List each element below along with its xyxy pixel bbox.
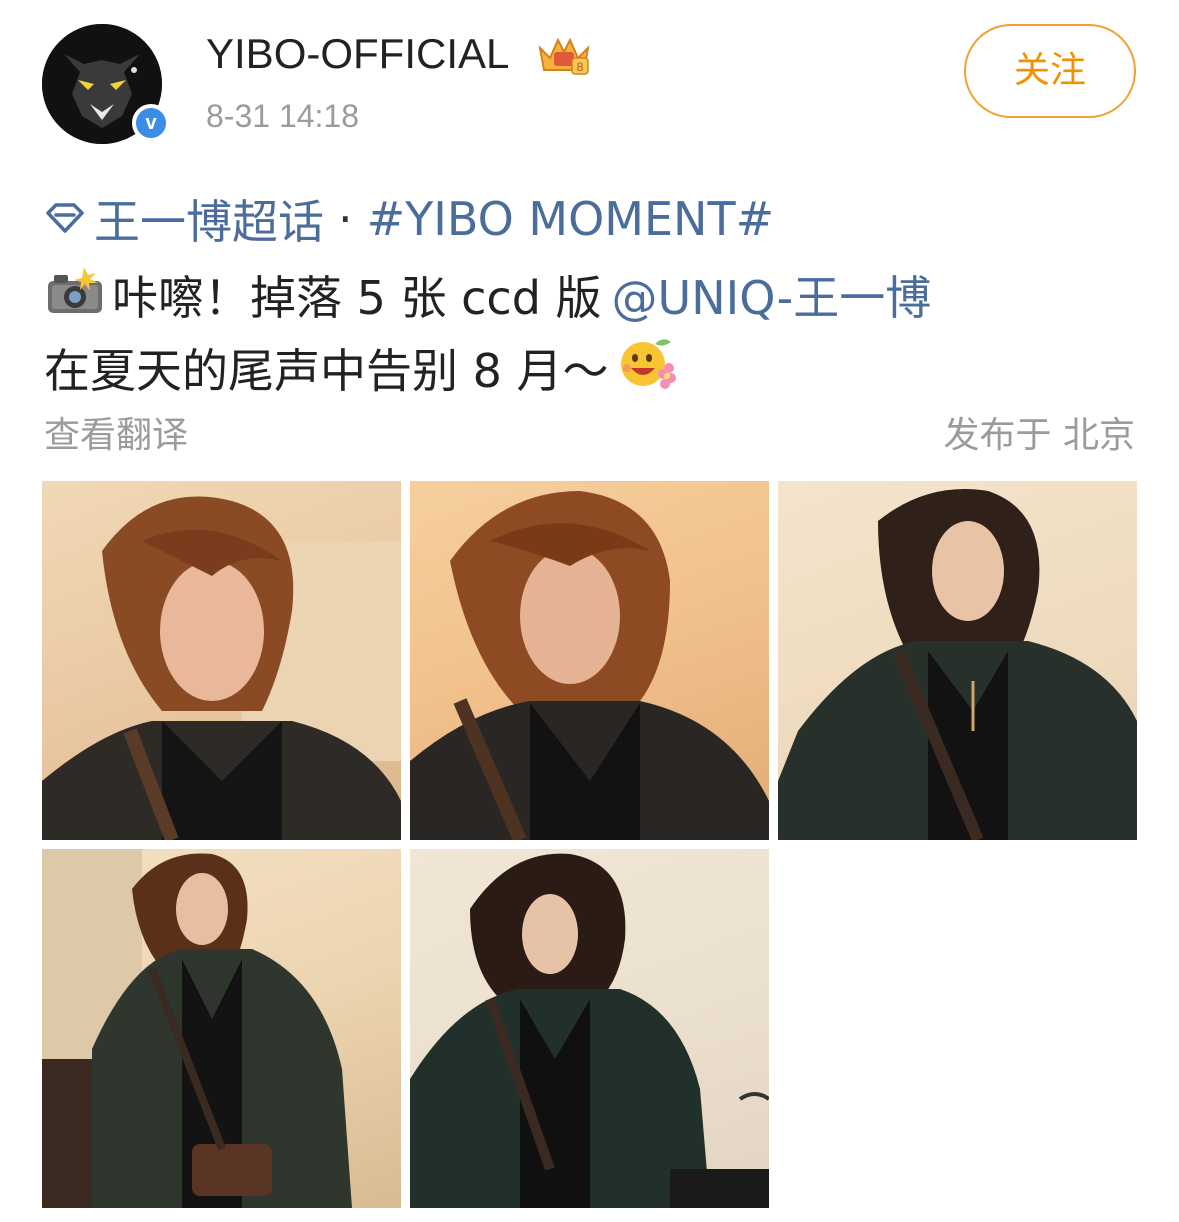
- topic-separator: ·: [338, 192, 353, 246]
- hashtag-link[interactable]: #YIBO MOMENT#: [367, 192, 775, 246]
- post-timestamp: 8-31 14:18: [206, 98, 360, 134]
- photo-image: [42, 849, 352, 1208]
- crown-vip-icon[interactable]: 8: [536, 34, 592, 82]
- photo-thumbnail-3[interactable]: [778, 481, 1137, 840]
- photo-thumbnail-5[interactable]: [410, 849, 769, 1208]
- post-text-line-1: 咔嚓！掉落 5 张 ccd 版 @UNIQ-王一博: [44, 262, 931, 328]
- post-location: 发布于 北京: [943, 415, 1135, 456]
- photo-thumbnail-2[interactable]: [410, 481, 769, 840]
- post-text-1: 咔嚓！掉落 5 张 ccd 版: [112, 271, 602, 325]
- follow-button[interactable]: 关注: [964, 24, 1136, 118]
- camera-flash-emoji-icon: [44, 265, 106, 326]
- photo-thumbnail-1[interactable]: [42, 481, 401, 840]
- username[interactable]: YIBO-OFFICIAL: [206, 30, 509, 78]
- svg-text:8: 8: [577, 60, 584, 74]
- photo-image: [410, 853, 769, 1208]
- flower-smile-emoji-icon: [615, 334, 677, 401]
- photo-thumbnail-4[interactable]: [42, 849, 401, 1208]
- translate-link[interactable]: 查看翻译: [44, 406, 188, 458]
- mention-link[interactable]: @UNIQ-王一博: [612, 262, 932, 328]
- super-topic-diamond-icon: [44, 192, 86, 246]
- photo-image: [410, 491, 769, 840]
- post-text-2: 在夏天的尾声中告别 8 月～: [44, 343, 609, 398]
- verified-badge: v: [132, 104, 170, 142]
- photo-image: [42, 496, 401, 840]
- post-text-line-2: 在夏天的尾声中告别 8 月～: [44, 334, 677, 401]
- super-topic-link[interactable]: 王一博超话: [94, 186, 324, 252]
- photo-image: [778, 489, 1137, 840]
- topic-line: 王一博超话 · #YIBO MOMENT#: [44, 186, 774, 252]
